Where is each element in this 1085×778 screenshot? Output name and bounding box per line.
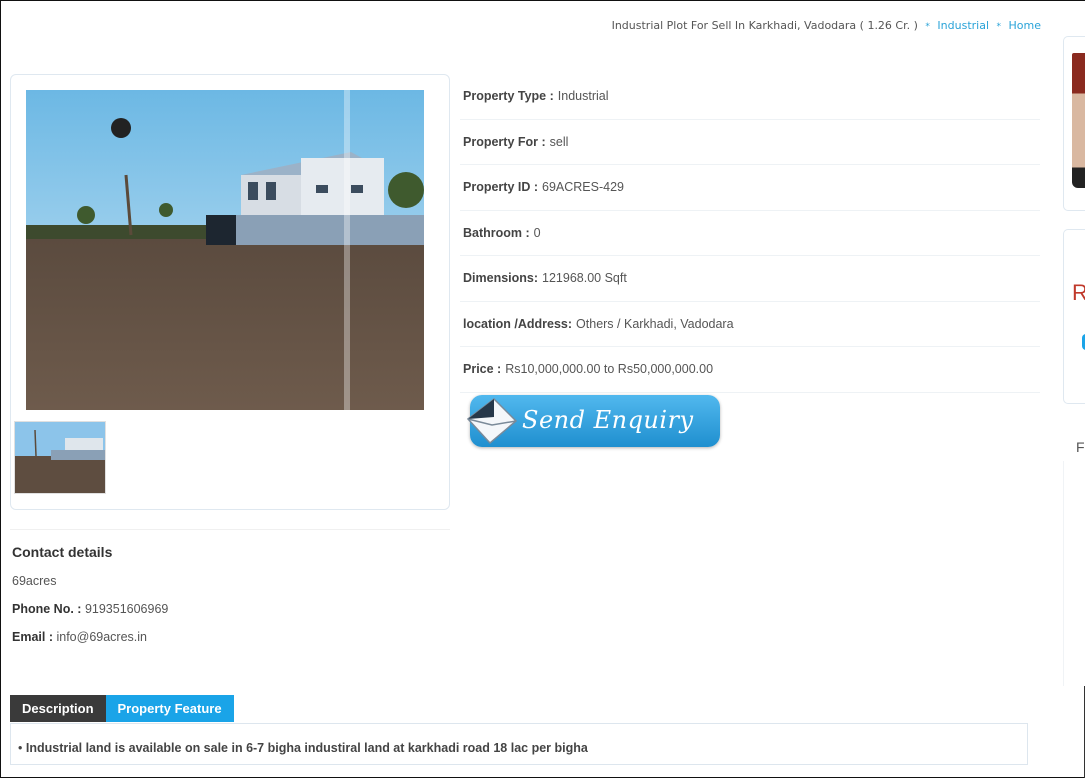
property-gallery (10, 74, 450, 510)
detail-value: 69ACRES-429 (542, 180, 625, 195)
breadcrumb-link-industrial[interactable]: Industrial (937, 19, 989, 32)
email-label: Email : (12, 630, 53, 644)
detail-bathroom: Bathroom : 0 (460, 211, 1040, 256)
detail-value: 0 (533, 225, 541, 240)
property-thumbnail[interactable] (14, 421, 106, 494)
sidebar-heading-fragment: R (1072, 280, 1085, 305)
detail-dimensions: Dimensions: 121968.00 Sqft (460, 256, 1040, 302)
contact-name: 69acres (12, 574, 57, 588)
detail-value: Industrial (557, 89, 609, 104)
breadcrumb-separator-icon: * (925, 22, 930, 32)
detail-label: Dimensions: (463, 271, 539, 286)
detail-label: Property Type : (463, 89, 554, 104)
sidebar-panel (1063, 461, 1085, 686)
email-value[interactable]: info@69acres.in (56, 630, 147, 644)
breadcrumb-link-home[interactable]: Home (1009, 19, 1041, 32)
page: Industrial Plot For Sell In Karkhadi, Va… (0, 0, 1085, 778)
detail-value: Others / Karkhadi, Vadodara (576, 316, 734, 331)
send-enquiry-label: Send Enquiry (522, 406, 694, 434)
detail-label: Property ID : (463, 180, 539, 195)
send-enquiry-button[interactable]: Send Enquiry (462, 389, 732, 457)
envelope-icon (466, 398, 518, 445)
contact-details: Contact details 69acres Phone No. : 9193… (10, 529, 450, 661)
detail-label: location /Address: (463, 316, 573, 331)
detail-label: Bathroom : (463, 225, 530, 240)
phone-value[interactable]: 919351606969 (85, 602, 168, 616)
phone-label: Phone No. : (12, 602, 82, 616)
sidebar-card[interactable]: R (1063, 229, 1085, 404)
detail-value: 121968.00 Sqft (542, 271, 627, 286)
detail-tabs: Description Property Feature (10, 695, 234, 722)
main-property-photo[interactable] (26, 90, 424, 410)
detail-location: location /Address: Others / Karkhadi, Va… (460, 302, 1040, 347)
detail-label: Property For : (463, 134, 546, 149)
detail-label: Price : (463, 362, 502, 377)
breadcrumb-separator-icon: * (996, 22, 1002, 32)
tab-description[interactable]: Description (10, 695, 106, 722)
right-sidebar: R F (1061, 1, 1085, 778)
sidebar-card-image (1072, 53, 1085, 188)
contact-email: Email : info@69acres.in (12, 630, 147, 644)
breadcrumb-current: Industrial Plot For Sell In Karkhadi, Va… (611, 19, 918, 32)
detail-value: sell (549, 134, 569, 149)
tab-property-feature[interactable]: Property Feature (105, 695, 234, 722)
breadcrumb: Industrial Plot For Sell In Karkhadi, Va… (612, 19, 1041, 32)
sidebar-card[interactable] (1063, 36, 1085, 211)
feature-panel: Industrial land is available on sale in … (10, 723, 1028, 765)
property-details: Property Type : Industrial Property For … (460, 74, 1040, 393)
contact-phone: Phone No. : 919351606969 (12, 602, 168, 616)
feature-item: Industrial land is available on sale in … (18, 741, 588, 755)
detail-property-id: Property ID : 69ACRES-429 (460, 165, 1040, 211)
thumbnail-image (15, 422, 105, 493)
contact-title: Contact details (12, 544, 113, 560)
detail-value: Rs10,000,000.00 to Rs50,000,000.00 (505, 362, 714, 377)
sidebar-text-fragment: F (1076, 439, 1085, 455)
detail-property-for: Property For : sell (460, 120, 1040, 165)
detail-property-type: Property Type : Industrial (460, 74, 1040, 120)
detail-price: Price : Rs10,000,000.00 to Rs50,000,000.… (460, 347, 1040, 393)
property-photo-image (26, 90, 424, 410)
